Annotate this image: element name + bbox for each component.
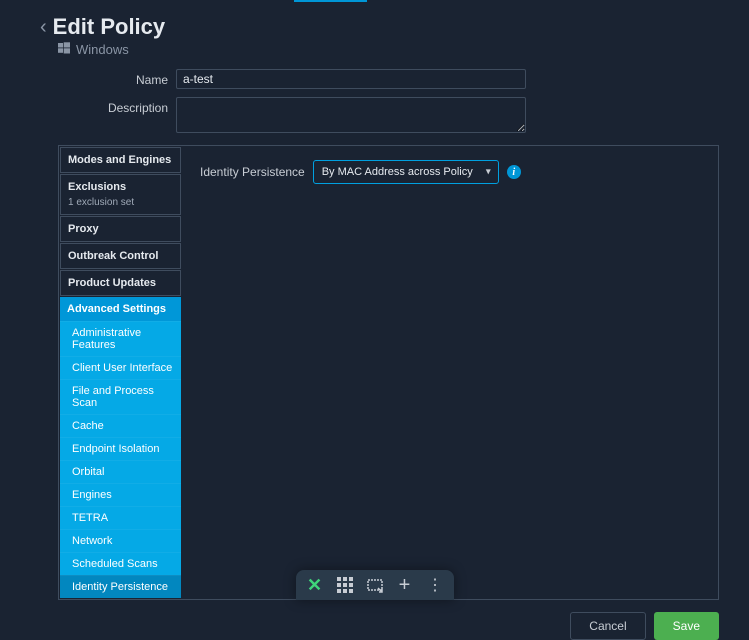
more-icon[interactable]: ⋮ <box>426 576 444 594</box>
grid-icon[interactable] <box>336 576 354 594</box>
advanced-item[interactable]: Cache <box>60 414 181 437</box>
identity-persistence-select[interactable]: By MAC Address across Policy <box>313 160 499 184</box>
advanced-item[interactable]: Endpoint Isolation <box>60 437 181 460</box>
floating-toolbar: ✕ + ⋮ <box>296 570 454 600</box>
screenshot-icon[interactable] <box>366 576 384 594</box>
sidebar-item-updates-label: Product Updates <box>61 271 180 295</box>
advanced-item[interactable]: TETRA <box>60 506 181 529</box>
advanced-item[interactable]: File and Process Scan <box>60 379 181 414</box>
advanced-item[interactable]: Engines <box>60 483 181 506</box>
advanced-settings-header[interactable]: Advanced Settings <box>60 297 181 321</box>
plus-icon[interactable]: + <box>396 576 414 594</box>
advanced-item[interactable]: Orbital <box>60 460 181 483</box>
advanced-item[interactable]: Network <box>60 529 181 552</box>
name-input[interactable] <box>176 69 526 89</box>
top-accent-bar <box>294 0 367 2</box>
info-icon[interactable]: i <box>507 165 521 179</box>
advanced-item[interactable]: Identity Persistence <box>60 575 181 598</box>
sidebar-item-outbreak-label: Outbreak Control <box>61 244 180 268</box>
sidebar-item-label: Exclusions <box>61 175 180 199</box>
sidebar-item-sublabel: 1 exclusion set <box>61 197 180 214</box>
identity-persistence-label: Identity Persistence <box>200 165 305 179</box>
page-header: ‹ Edit Policy Windows <box>0 0 749 57</box>
sidebar-item[interactable]: Proxy <box>60 216 181 242</box>
footer-actions: Cancel Save <box>0 600 749 640</box>
name-label: Name <box>0 69 176 87</box>
sidebar: Modes and EnginesExclusions1 exclusion s… <box>59 146 182 599</box>
sidebar-item-label: Modes and Engines <box>61 148 180 172</box>
sidebar-item-label: Proxy <box>61 217 180 241</box>
sidebar-item-updates[interactable]: Product Updates <box>60 270 181 296</box>
save-button[interactable]: Save <box>654 612 719 640</box>
description-label: Description <box>0 97 176 115</box>
advanced-item[interactable]: Scheduled Scans <box>60 552 181 575</box>
windows-icon <box>58 42 70 57</box>
advanced-item[interactable]: Administrative Features <box>60 321 181 356</box>
platform-subtitle: Windows <box>76 42 129 57</box>
advanced-item[interactable]: Client User Interface <box>60 356 181 379</box>
advanced-settings-group: Advanced Settings Administrative Feature… <box>60 297 181 598</box>
page-title: Edit Policy <box>53 14 165 40</box>
close-icon[interactable]: ✕ <box>306 576 324 594</box>
back-chevron-icon[interactable]: ‹ <box>40 16 47 39</box>
form-area: Name Description <box>0 57 749 133</box>
description-input[interactable] <box>176 97 526 133</box>
content-pane: Identity Persistence By MAC Address acro… <box>182 146 718 599</box>
cancel-button[interactable]: Cancel <box>570 612 645 640</box>
sidebar-item[interactable]: Modes and Engines <box>60 147 181 173</box>
sidebar-item[interactable]: Exclusions1 exclusion set <box>60 174 181 215</box>
sidebar-item-outbreak[interactable]: Outbreak Control <box>60 243 181 269</box>
main-panel: Modes and EnginesExclusions1 exclusion s… <box>58 145 719 600</box>
identity-persistence-select-wrap: By MAC Address across Policy ▾ <box>313 160 499 184</box>
